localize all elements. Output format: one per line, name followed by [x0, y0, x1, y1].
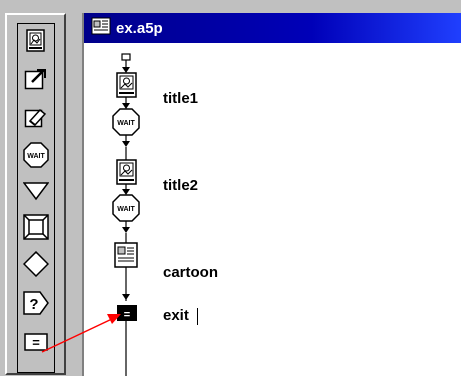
decision-icon	[23, 251, 49, 277]
calculation-tool[interactable]: =	[23, 330, 49, 354]
flowline-canvas[interactable]: WAIT WAIT = title1 title2 cartoon exit	[84, 43, 461, 376]
interaction-tool[interactable]: ?	[23, 290, 49, 316]
node-label-cartoon[interactable]: cartoon	[163, 264, 218, 281]
interaction-icon: ?	[23, 291, 49, 315]
calculation-node-icon: =	[117, 305, 137, 321]
wait-node-icon: WAIT	[112, 194, 140, 222]
svg-text:WAIT: WAIT	[117, 206, 135, 213]
svg-text:WAIT: WAIT	[27, 153, 45, 160]
flowline-window-icon	[91, 17, 111, 39]
node-label-title2[interactable]: title2	[163, 177, 198, 194]
display-node-icon	[116, 159, 137, 185]
display-icon	[26, 29, 45, 52]
window-title: ex.a5p	[116, 19, 163, 37]
svg-text:?: ?	[29, 296, 38, 313]
decision-tool[interactable]	[23, 251, 49, 277]
svg-text:=: =	[124, 309, 130, 321]
display-tool[interactable]	[23, 28, 49, 54]
svg-text:=: =	[32, 335, 40, 350]
window-titlebar[interactable]: ex.a5p	[84, 13, 461, 43]
erase-icon	[24, 108, 47, 128]
map-node-icon	[114, 242, 138, 268]
flowline-window[interactable]: ex.a5p WAIT WAIT = title1 title2 cartoon…	[82, 13, 461, 376]
wait-icon: WAIT	[23, 142, 49, 168]
text-cursor	[197, 308, 198, 325]
motion-icon	[24, 69, 46, 90]
flowline-start-marker	[121, 53, 131, 61]
display-node-icon	[116, 72, 137, 98]
wait-node-icon: WAIT	[112, 108, 140, 136]
svg-text:WAIT: WAIT	[117, 120, 135, 127]
icon-palette-inner: WAIT ? =	[17, 23, 55, 373]
icon-palette: WAIT ? =	[5, 13, 66, 375]
node-label-exit[interactable]: exit	[163, 307, 189, 324]
node-label-title1[interactable]: title1	[163, 90, 198, 107]
navigate-tool[interactable]	[23, 178, 49, 204]
framework-icon	[23, 214, 49, 240]
navigate-icon	[23, 182, 49, 201]
motion-tool[interactable]	[23, 66, 49, 92]
wait-tool[interactable]: WAIT	[23, 142, 49, 168]
framework-tool[interactable]	[23, 214, 49, 240]
calculation-icon: =	[24, 333, 48, 351]
flowline-diagram: WAIT WAIT =	[112, 53, 140, 376]
erase-tool[interactable]	[23, 104, 49, 130]
